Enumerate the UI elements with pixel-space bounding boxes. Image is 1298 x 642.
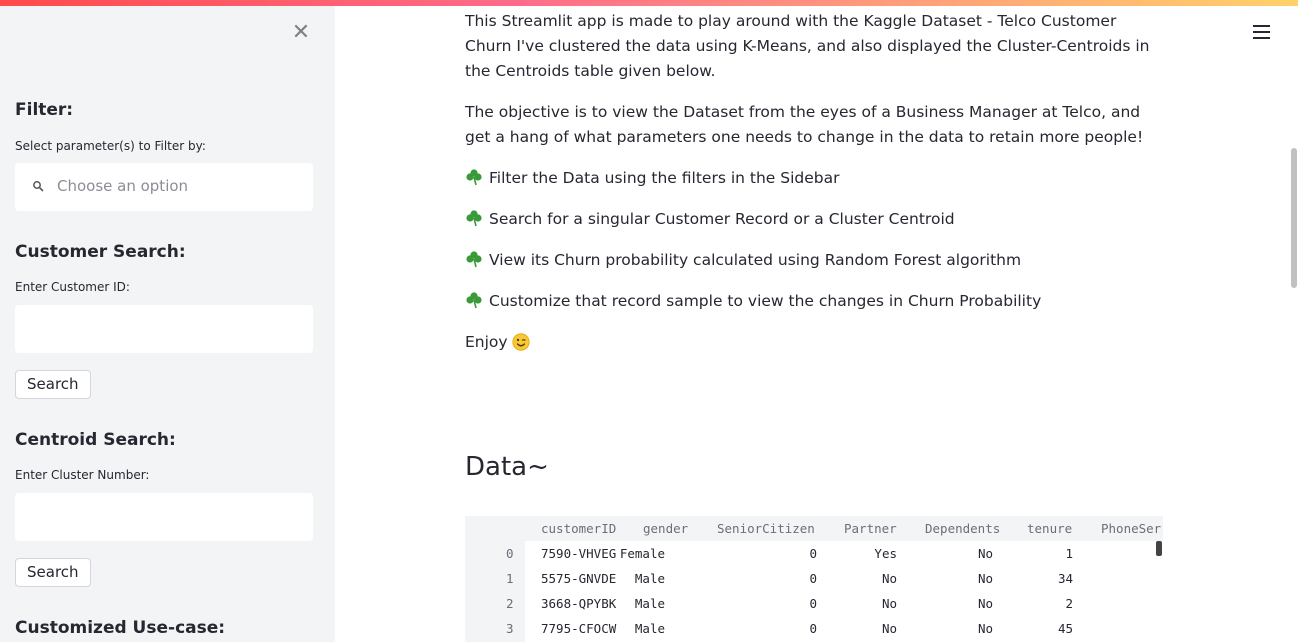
data-heading: Data~: [465, 452, 549, 482]
column-header[interactable]: customerID: [541, 521, 616, 536]
search-icon: [33, 181, 44, 192]
intro-paragraph-2: The objective is to view the Dataset fro…: [465, 103, 1144, 146]
table-cell: 2: [1065, 596, 1073, 611]
table-cell: 0: [809, 571, 817, 586]
top-decoration-bar: [0, 0, 1298, 6]
sidebar: ✕ Filter: Select parameter(s) to Filter …: [0, 0, 335, 642]
table-cell: No: [977, 596, 993, 611]
close-icon[interactable]: ✕: [290, 22, 312, 44]
table-scrollbar[interactable]: [1156, 541, 1162, 556]
centroid-search-button[interactable]: Search: [15, 558, 91, 587]
row-index: 1: [506, 571, 514, 586]
shamrock-icon: [466, 292, 482, 309]
table-cell: 7590-VHVEG: [541, 546, 617, 561]
shamrock-icon: [466, 210, 482, 227]
table-cell: 5575-GNVDE: [541, 571, 617, 586]
column-header[interactable]: tenure: [1027, 521, 1072, 536]
customized-usecase-heading: Customized Use-case:: [15, 618, 226, 638]
enjoy-line: Enjoy: [465, 330, 1165, 355]
filter-heading: Filter:: [15, 100, 74, 120]
winking-face-icon: [511, 333, 530, 351]
enjoy-text: Enjoy: [465, 333, 508, 351]
customer-id-input[interactable]: [15, 305, 313, 353]
page-scrollbar[interactable]: [1291, 148, 1297, 288]
table-cell: Female: [619, 546, 665, 561]
customer-search-heading: Customer Search:: [15, 242, 186, 262]
row-index: 0: [506, 546, 514, 561]
table-cell: No: [977, 621, 993, 636]
table-cell: 1: [1065, 546, 1073, 561]
column-header[interactable]: SeniorCitizen: [717, 521, 815, 536]
filter-multiselect[interactable]: Choose an option: [15, 163, 313, 211]
table-cell: 7795-CFOCW: [541, 621, 617, 636]
customer-id-label: Enter Customer ID:: [15, 280, 130, 294]
centroid-search-heading: Centroid Search:: [15, 430, 176, 450]
table-cell: 0: [809, 596, 817, 611]
shamrock-icon: [466, 251, 482, 268]
table-cell: Male: [634, 596, 665, 611]
table-cell: No: [881, 621, 897, 636]
filter-label: Select parameter(s) to Filter by:: [15, 139, 206, 153]
table-cell: 0: [809, 546, 817, 561]
cluster-number-input[interactable]: [15, 493, 313, 541]
bullet-text: Search for a singular Customer Record or…: [489, 210, 955, 228]
column-header[interactable]: Partner: [844, 521, 897, 536]
table-cell: 34: [1057, 571, 1073, 586]
intro-paragraph-1: This Streamlit app is made to play aroun…: [465, 12, 1150, 80]
column-header[interactable]: PhoneSer: [1101, 521, 1161, 536]
bullet-item: Search for a singular Customer Record or…: [465, 207, 1165, 232]
table-index-column: [465, 541, 525, 642]
shamrock-icon: [466, 169, 482, 186]
row-index: 2: [506, 596, 514, 611]
filter-placeholder: Choose an option: [57, 177, 189, 195]
table-cell: 3668-QPYBK: [541, 596, 617, 611]
customer-search-button[interactable]: Search: [15, 370, 91, 399]
table-cell: Yes: [874, 546, 897, 561]
bullet-item: View its Churn probability calculated us…: [465, 248, 1165, 273]
table-cell: No: [881, 571, 897, 586]
cluster-number-label: Enter Cluster Number:: [15, 468, 150, 482]
table-cell: No: [977, 546, 993, 561]
table-cell: Male: [634, 571, 665, 586]
table-cell: No: [977, 571, 993, 586]
bullet-text: Customize that record sample to view the…: [489, 292, 1042, 310]
table-cell: 0: [809, 621, 817, 636]
column-header[interactable]: gender: [643, 521, 688, 536]
hamburger-menu-icon[interactable]: [1253, 25, 1270, 40]
table-cell: 45: [1057, 621, 1073, 636]
table-cell: No: [881, 596, 897, 611]
bullet-text: View its Churn probability calculated us…: [489, 251, 1022, 269]
bullet-text: Filter the Data using the filters in the…: [489, 169, 840, 187]
table-cell: Male: [634, 621, 665, 636]
bullet-item: Filter the Data using the filters in the…: [465, 166, 1165, 191]
column-header[interactable]: Dependents: [925, 521, 1000, 536]
row-index: 3: [506, 621, 514, 636]
bullet-item: Customize that record sample to view the…: [465, 289, 1165, 314]
data-table[interactable]: customerID gender SeniorCitizen Partner …: [465, 516, 1163, 642]
